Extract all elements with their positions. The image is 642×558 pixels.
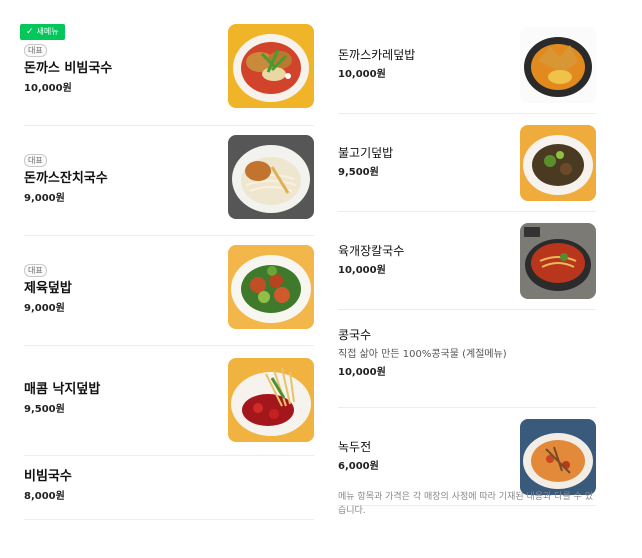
menu-item-price: 10,000원 — [338, 367, 386, 378]
menu-item-photo-yukgaejang-kalguksu[interactable] — [520, 223, 596, 299]
menu-item[interactable]: 비빔국수 8,000원 — [24, 456, 314, 520]
menu-item-price: 9,500원 — [338, 167, 379, 178]
menu-item-name: 녹두전 — [338, 440, 372, 454]
menu-item[interactable]: 불고기덮밥 9,500원 — [338, 114, 596, 212]
menu-item-name: 매콤 낙지덮밥 — [24, 382, 101, 397]
menu-item-name: 불고기덮밥 — [338, 146, 394, 160]
menu-item-price: 9,000원 — [24, 303, 65, 314]
menu-item-photo-jeyuk-rice-bowl[interactable] — [228, 245, 314, 329]
new-menu-badge: ✓ 새메뉴 — [20, 24, 65, 40]
menu-item-name: 돈까스 비빔국수 — [24, 61, 113, 76]
menu-item-photo-tonkatsu-curry-rice[interactable] — [520, 27, 596, 103]
menu-item-photo-mungbean-pancake[interactable] — [520, 419, 596, 495]
menu-item-photo-tonkatsu-janchi-noodle[interactable] — [228, 135, 314, 219]
menu-item[interactable]: 대표 돈까스잔치국수 9,000원 — [24, 126, 314, 236]
menu-item-photo-spicy-octopus-rice-bowl[interactable] — [228, 358, 314, 442]
check-icon: ✓ — [26, 27, 34, 37]
menu-item-name: 콩국수 — [338, 328, 372, 342]
menu-column-left: 대표 돈까스 비빔국수 10,000원 대표 돈까스잔치국수 9,000원 대표… — [24, 16, 314, 520]
menu-item-price: 6,000원 — [338, 461, 379, 472]
menu-item-name: 제육덮밥 — [24, 281, 72, 296]
menu-item-name: 돈까스카레덮밥 — [338, 48, 416, 62]
menu-item-name: 돈까스잔치국수 — [24, 171, 108, 186]
menu-item-price: 9,000원 — [24, 193, 65, 204]
menu-item[interactable]: 대표 제육덮밥 9,000원 — [24, 236, 314, 346]
menu-item[interactable]: 육개장칼국수 10,000원 — [338, 212, 596, 310]
menu-item-price: 10,000원 — [24, 83, 72, 94]
menu-item-name: 육개장칼국수 — [338, 244, 405, 258]
menu-item[interactable]: 콩국수 직접 삶아 만든 100%콩국물 (계절메뉴) 10,000원 — [338, 310, 596, 408]
menu-column-right: 돈까스카레덮밥 10,000원 불고기덮밥 9,500원 육개장칼국수 10,0… — [338, 16, 596, 506]
signature-tag: 대표 — [24, 264, 47, 277]
signature-tag: 대표 — [24, 154, 47, 167]
menu-notice: 메뉴 항목과 가격은 각 매장의 사정에 따라 기재된 내용과 다를 수 있습니… — [338, 492, 594, 516]
menu-item[interactable]: 돈까스카레덮밥 10,000원 — [338, 16, 596, 114]
menu-item-name: 비빔국수 — [24, 469, 72, 484]
menu-item[interactable]: 대표 돈까스 비빔국수 10,000원 — [24, 16, 314, 126]
menu-item-price: 8,000원 — [24, 491, 65, 502]
menu-item-price: 10,000원 — [338, 69, 386, 80]
signature-tag: 대표 — [24, 44, 47, 57]
new-menu-badge-label: 새메뉴 — [36, 27, 59, 36]
menu-item-price: 9,500원 — [24, 404, 65, 415]
menu-item-photo-tonkatsu-bibim-noodle[interactable] — [228, 24, 314, 108]
menu-item-description: 직접 삶아 만든 100%콩국물 (계절메뉴) — [338, 349, 507, 360]
menu-item-price: 10,000원 — [338, 265, 386, 276]
menu-item-photo-bulgogi-rice-bowl[interactable] — [520, 125, 596, 201]
menu-item[interactable]: 매콤 낙지덮밥 9,500원 — [24, 346, 314, 456]
